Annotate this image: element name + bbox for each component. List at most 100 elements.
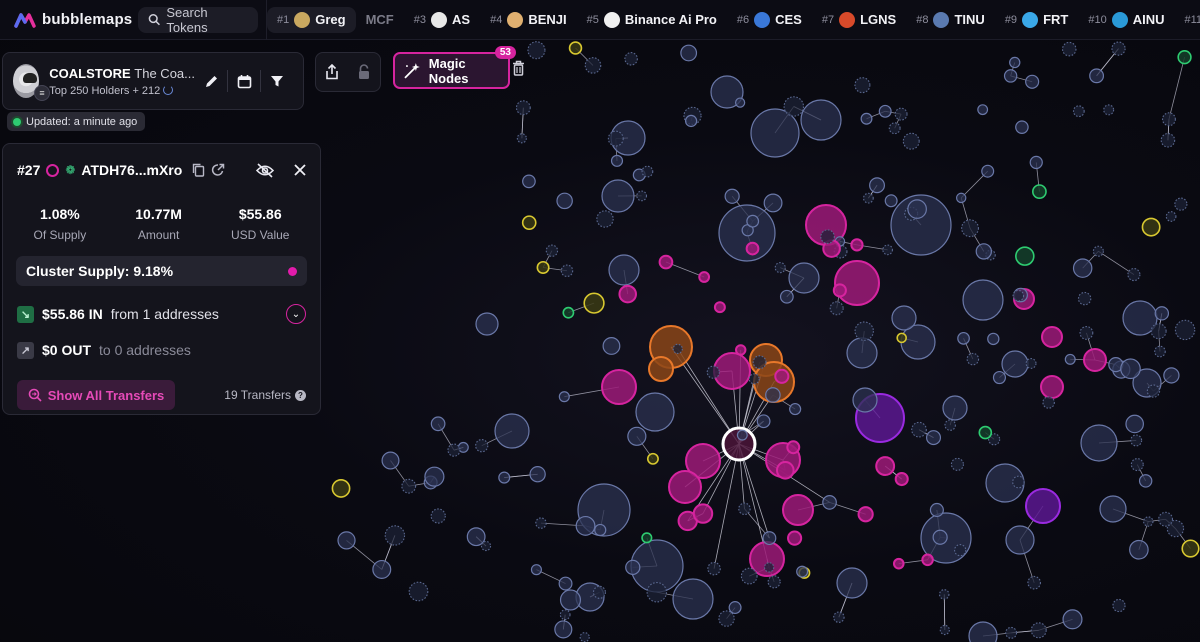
holder-bubble[interactable] [942, 395, 968, 421]
holder-bubble[interactable] [779, 289, 794, 304]
holder-bubble[interactable] [978, 425, 993, 440]
holder-bubble[interactable] [884, 194, 898, 208]
holder-bubble[interactable] [475, 439, 489, 453]
holder-bubble[interactable] [583, 292, 605, 314]
holder-bubble[interactable] [736, 429, 748, 441]
holder-bubble[interactable] [836, 567, 868, 599]
holder-bubble[interactable] [854, 321, 874, 341]
inflow-row[interactable]: ↘ $55.86 IN from 1 addresses ⌄ [3, 296, 320, 332]
holder-bubble[interactable] [740, 567, 758, 585]
holder-bubble[interactable] [944, 419, 956, 431]
holder-bubble[interactable] [381, 451, 400, 470]
holder-bubble[interactable] [1080, 424, 1118, 462]
holder-bubble[interactable] [1174, 197, 1188, 211]
token-tab[interactable]: #7 LGNS [812, 7, 906, 33]
holder-bubble[interactable] [1005, 626, 1018, 639]
holder-bubble[interactable] [430, 508, 446, 524]
holder-bubble[interactable] [950, 457, 964, 471]
holder-bubble[interactable] [1120, 358, 1141, 380]
holder-bubble[interactable] [1042, 396, 1055, 409]
holder-bubble[interactable] [1072, 105, 1085, 118]
holder-bubble[interactable] [763, 193, 783, 213]
holder-bubble[interactable] [763, 562, 775, 573]
holder-bubble[interactable] [1001, 350, 1029, 378]
holder-bubble[interactable] [625, 559, 641, 576]
holder-bubble[interactable] [854, 77, 871, 94]
holder-bubble[interactable] [734, 97, 746, 108]
token-tab[interactable]: #5 Binance Ai Pro [577, 7, 727, 33]
holder-bubble[interactable] [494, 413, 530, 449]
lock-button[interactable] [351, 59, 377, 85]
holder-bubble[interactable] [911, 421, 927, 438]
holder-bubble[interactable] [372, 559, 392, 579]
holder-bubble[interactable] [929, 502, 944, 518]
holder-bubble[interactable] [878, 104, 892, 118]
holder-bubble[interactable] [857, 506, 874, 523]
holder-bubble[interactable] [1083, 348, 1107, 372]
holder-bubble[interactable] [522, 174, 536, 189]
show-all-transfers-button[interactable]: Show All Transfers [17, 380, 175, 410]
holder-bubble[interactable] [977, 104, 989, 116]
holder-bubble[interactable] [646, 581, 668, 603]
holder-bubble[interactable] [774, 262, 786, 274]
holder-bubble[interactable] [713, 301, 726, 314]
holder-bubble[interactable] [1079, 325, 1094, 340]
holder-bubble[interactable] [607, 130, 624, 147]
holder-bubble[interactable] [636, 190, 648, 202]
holder-bubble[interactable] [894, 471, 909, 487]
holder-bubble[interactable] [1009, 56, 1021, 69]
hide-eye-icon[interactable] [256, 162, 274, 178]
holder-bubble[interactable] [447, 443, 461, 457]
holder-bubble[interactable] [641, 532, 653, 544]
holder-bubble[interactable] [672, 578, 714, 620]
share-button[interactable] [319, 59, 345, 85]
holder-bubble[interactable] [602, 337, 621, 355]
holder-bubble[interactable] [706, 365, 720, 379]
holder-bubble[interactable] [1141, 217, 1161, 237]
holder-bubble[interactable] [786, 440, 801, 455]
close-icon[interactable] [294, 164, 306, 176]
holder-bubble[interactable] [955, 192, 967, 204]
token-tab[interactable]: #10 AINU [1078, 7, 1174, 33]
magic-nodes-button[interactable]: Magic Nodes 53 [393, 46, 516, 89]
holder-bubble[interactable] [1125, 414, 1144, 434]
holder-bubble[interactable] [424, 466, 445, 487]
holder-bubble[interactable] [618, 284, 637, 304]
holder-bubble[interactable] [529, 466, 546, 483]
holder-bubble[interactable] [1025, 357, 1037, 369]
holder-bubble[interactable] [962, 279, 1004, 321]
holder-bubble[interactable] [624, 52, 638, 66]
holder-bubble[interactable] [1025, 488, 1061, 524]
holder-bubble[interactable] [1130, 458, 1144, 472]
holder-bubble[interactable] [1041, 326, 1063, 348]
holder-bubble[interactable] [939, 624, 950, 636]
holder-bubble[interactable] [707, 561, 721, 576]
holder-bubble[interactable] [337, 531, 356, 550]
holder-bubble[interactable] [556, 192, 573, 210]
holder-bubble[interactable] [1154, 306, 1170, 321]
holder-bubble[interactable] [430, 416, 446, 432]
holder-bubble[interactable] [894, 107, 908, 121]
token-tab[interactable]: #3 AS [404, 7, 480, 33]
holder-bubble[interactable] [601, 369, 637, 405]
holder-bubble[interactable] [680, 44, 698, 62]
holder-bubble[interactable] [775, 461, 795, 480]
holder-bubble[interactable] [966, 352, 980, 366]
holder-bubble[interactable] [748, 373, 760, 385]
holder-bubble[interactable] [1177, 50, 1192, 65]
holder-bubble[interactable] [698, 271, 711, 283]
holder-bubble[interactable] [852, 387, 878, 413]
holder-bubble[interactable] [745, 241, 760, 256]
holder-bubble[interactable] [735, 344, 747, 356]
holder-bubble[interactable] [767, 575, 781, 589]
holder-bubbles[interactable] [331, 41, 1200, 642]
holder-bubble[interactable] [752, 355, 767, 370]
holder-bubble[interactable] [527, 41, 546, 60]
holder-bubble[interactable] [957, 331, 970, 345]
holder-bubble[interactable] [829, 301, 844, 316]
holder-bubble[interactable] [1003, 69, 1018, 83]
holder-bubble[interactable] [981, 164, 995, 178]
edit-button[interactable] [195, 65, 227, 97]
token-tab[interactable]: #8 TINU [906, 7, 995, 33]
holder-bubble[interactable] [536, 260, 550, 275]
